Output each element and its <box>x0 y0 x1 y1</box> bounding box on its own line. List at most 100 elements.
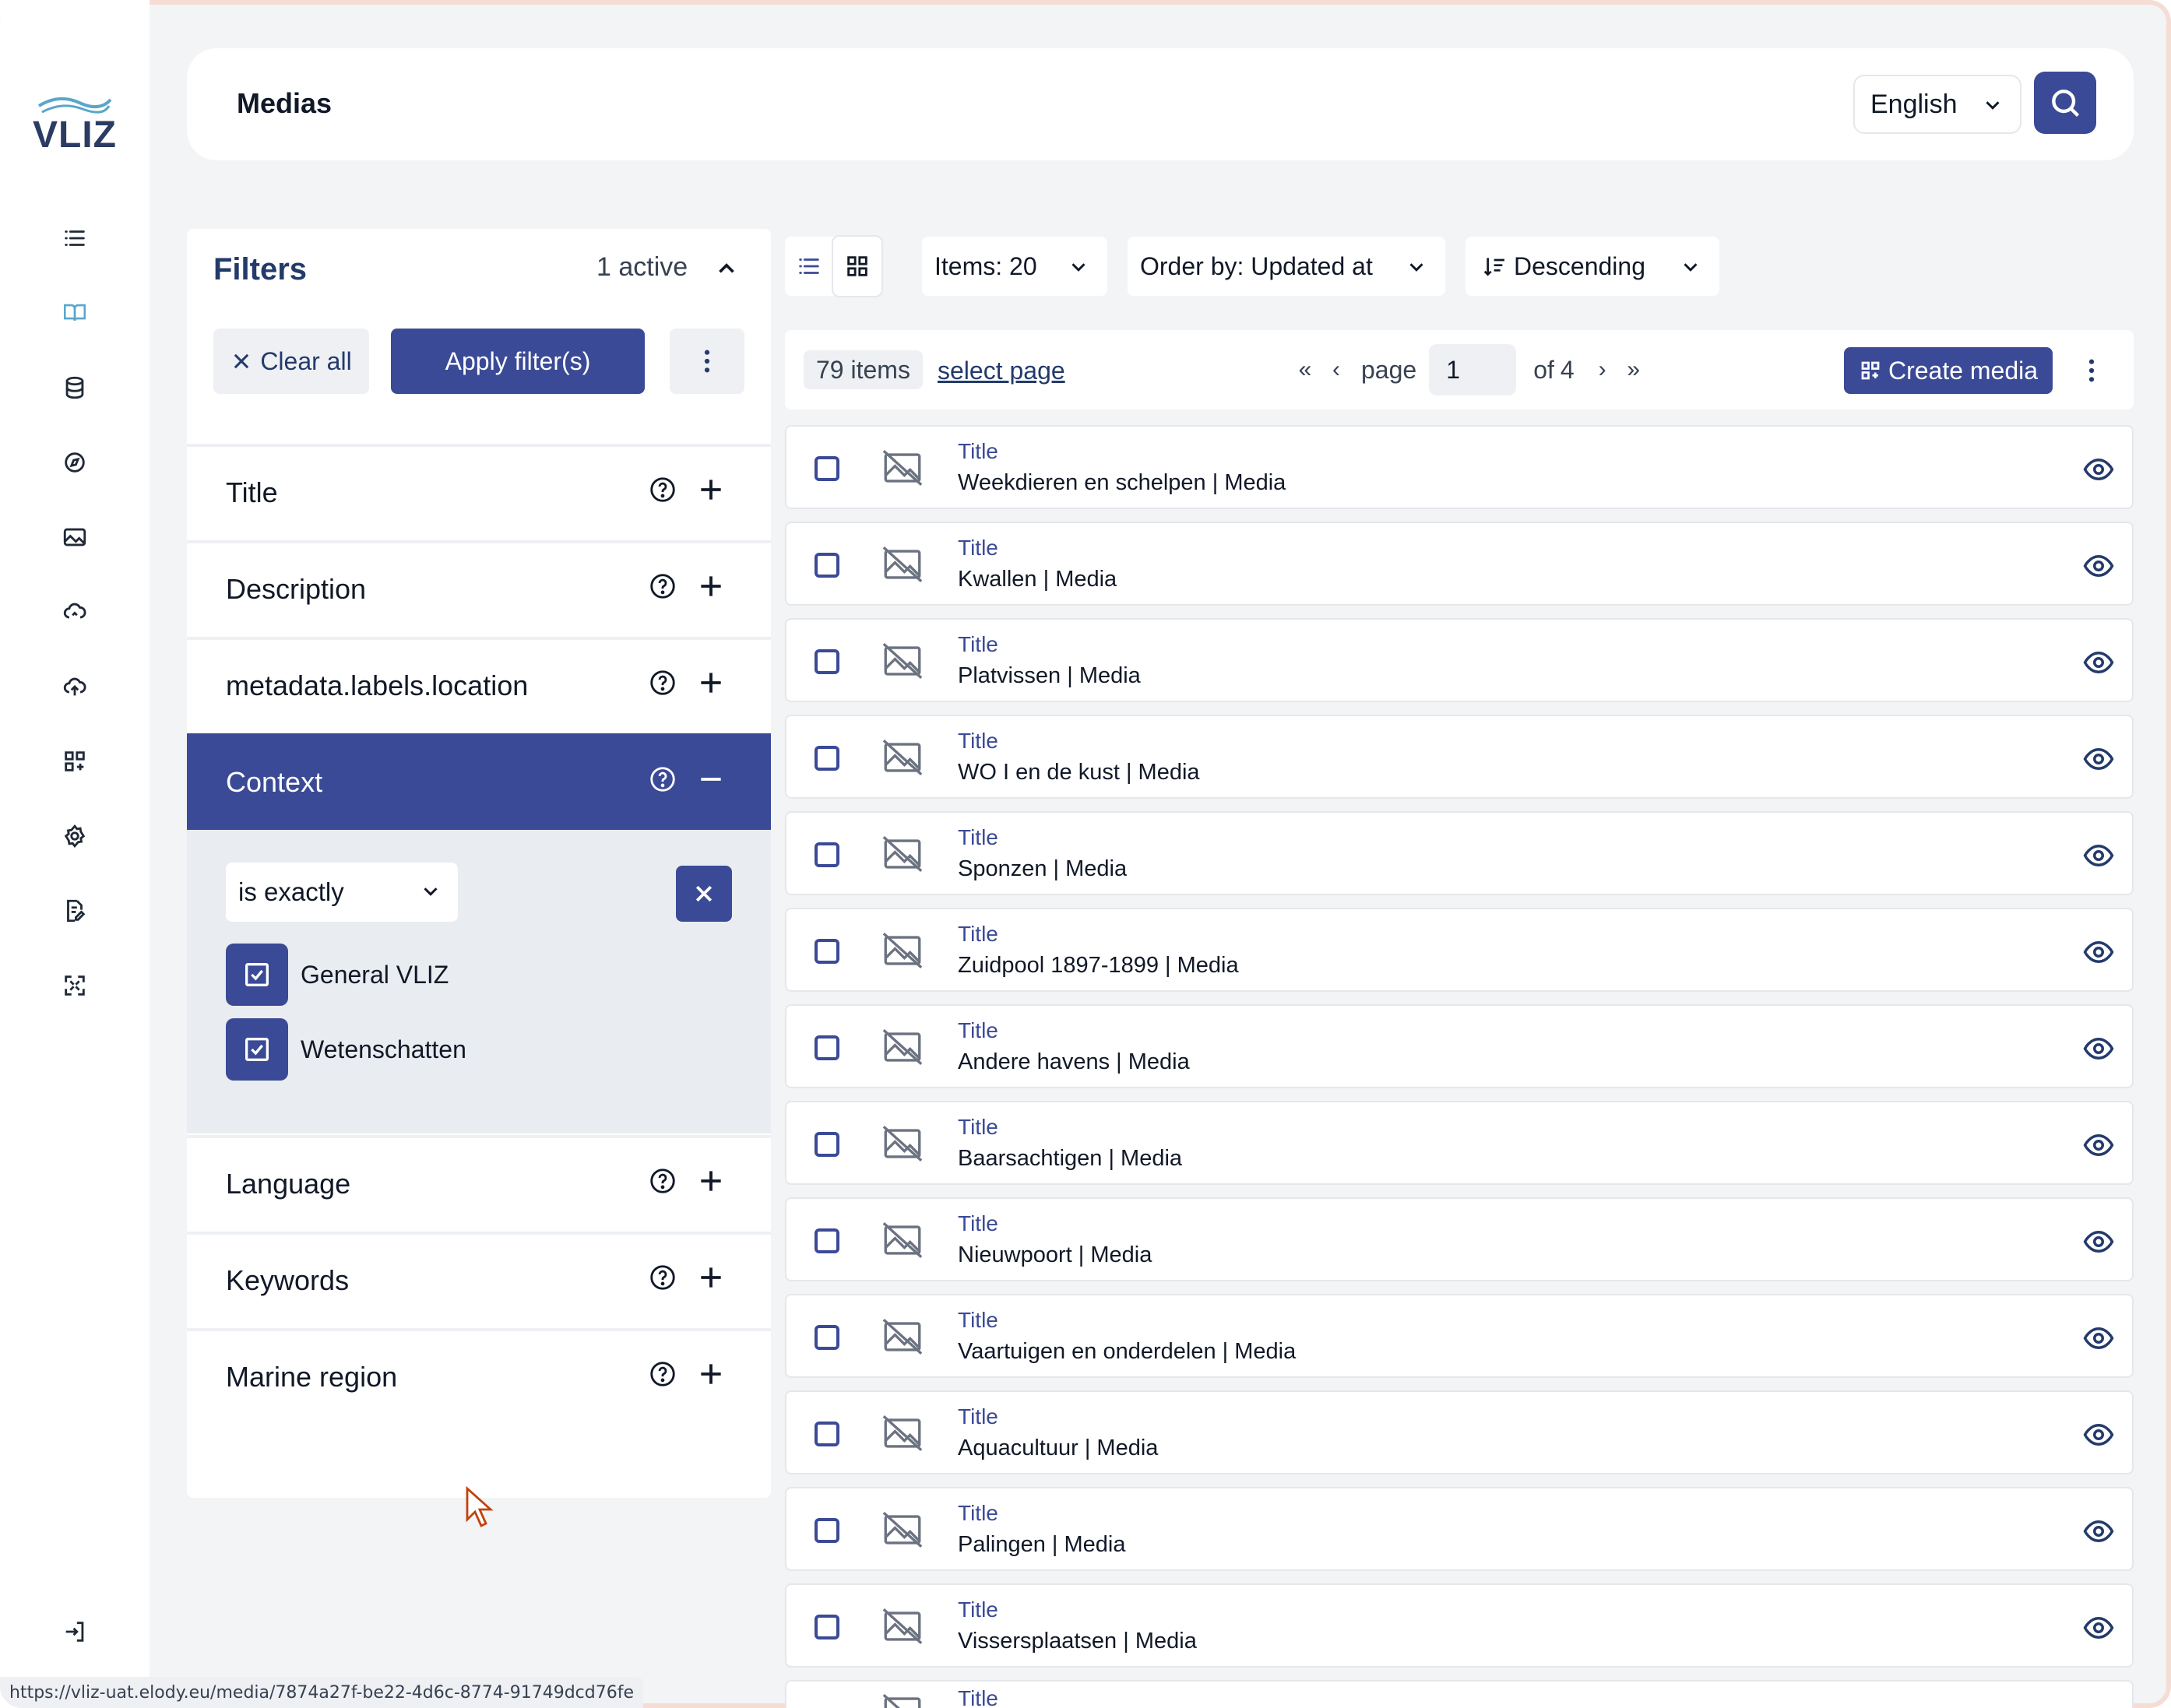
help-icon[interactable] <box>648 1263 677 1292</box>
nav-image[interactable] <box>56 518 93 556</box>
row-checkbox[interactable] <box>815 1325 839 1350</box>
nav-database[interactable] <box>56 369 93 406</box>
nav-book[interactable] <box>56 294 93 332</box>
create-media-button[interactable]: Create media <box>1844 347 2053 394</box>
media-row[interactable]: Title WO I en de kust | Media <box>785 715 2134 799</box>
grid-view-button[interactable] <box>833 237 881 296</box>
option-wetenschatten[interactable]: Wetenschatten <box>226 1018 466 1081</box>
row-checkbox[interactable] <box>815 456 839 481</box>
help-icon[interactable] <box>648 475 677 504</box>
app-window: VLIZ Medias English Filters 1 active Cle… <box>0 0 2171 1708</box>
eye-icon[interactable] <box>2082 1129 2115 1162</box>
results-more-button[interactable] <box>2071 347 2112 394</box>
clear-all-button[interactable]: Clear all <box>213 329 369 394</box>
operator-select[interactable]: is exactly <box>226 863 458 922</box>
media-row[interactable]: Title Sponzen | Media <box>785 811 2134 895</box>
sort-direction-select[interactable]: Descending <box>1466 237 1719 296</box>
logout-button[interactable] <box>56 1613 93 1650</box>
nav-expand[interactable] <box>56 967 93 1004</box>
last-page-button[interactable]: » <box>1618 357 1649 383</box>
eye-icon[interactable] <box>2082 1418 2115 1451</box>
media-row[interactable]: Title Palingen | Media <box>785 1487 2134 1571</box>
language-select[interactable]: English <box>1853 75 2021 134</box>
nav-upload[interactable] <box>56 668 93 705</box>
help-icon[interactable] <box>648 571 677 601</box>
media-row[interactable]: Title Nieuwpoort | Media <box>785 1197 2134 1281</box>
prev-page-button[interactable]: ‹ <box>1321 357 1352 383</box>
filter-context[interactable]: Context <box>187 733 771 830</box>
nav-grid-add[interactable] <box>56 743 93 780</box>
vliz-logo[interactable]: VLIZ <box>28 90 121 160</box>
eye-icon[interactable] <box>2082 646 2115 679</box>
filter-keywords[interactable]: Keywords <box>187 1232 771 1323</box>
media-row[interactable]: Title Baarsachtigen | Media <box>785 1101 2134 1185</box>
plus-icon[interactable] <box>696 571 726 601</box>
filter-marine-region[interactable]: Marine region <box>187 1328 771 1420</box>
page-input[interactable]: 1 <box>1429 344 1517 395</box>
search-button[interactable] <box>2034 72 2096 134</box>
plus-icon[interactable] <box>696 1359 726 1389</box>
eye-icon[interactable] <box>2082 743 2115 775</box>
help-icon[interactable] <box>648 764 677 794</box>
media-row[interactable]: Title Vissersplaatsen | Media <box>785 1583 2134 1668</box>
eye-icon[interactable] <box>2082 839 2115 872</box>
next-page-button[interactable]: › <box>1587 357 1618 383</box>
nav-compass[interactable] <box>56 444 93 481</box>
row-checkbox[interactable] <box>815 746 839 771</box>
plus-icon[interactable] <box>696 668 726 698</box>
checkbox-checked[interactable] <box>226 944 288 1006</box>
checkbox-checked[interactable] <box>226 1018 288 1081</box>
row-checkbox[interactable] <box>815 842 839 867</box>
help-icon[interactable] <box>648 1166 677 1196</box>
media-row[interactable]: Title Aquacultuur | Media <box>785 1390 2134 1474</box>
order-by-select[interactable]: Order by: Updated at <box>1128 237 1445 296</box>
option-general-vliz[interactable]: General VLIZ <box>226 944 449 1006</box>
media-row[interactable]: Title Andere havens | Media <box>785 1004 2134 1088</box>
nav-settings[interactable] <box>56 817 93 855</box>
media-row[interactable]: Title Vaartuigen en onderdelen | Media <box>785 1294 2134 1378</box>
media-row[interactable]: Title Platvissen | Media <box>785 618 2134 702</box>
filter-title[interactable]: Title <box>187 444 771 536</box>
eye-icon[interactable] <box>2082 1225 2115 1258</box>
eye-icon[interactable] <box>2082 1322 2115 1355</box>
list-view-button[interactable] <box>785 237 833 296</box>
row-checkbox[interactable] <box>815 1422 839 1446</box>
minus-icon[interactable] <box>696 764 726 794</box>
nav-list[interactable] <box>56 220 93 257</box>
row-checkbox[interactable] <box>815 1035 839 1060</box>
media-row[interactable]: Title Weekdieren en schelpen | Media <box>785 425 2134 509</box>
filters-more-button[interactable] <box>670 329 744 394</box>
nav-document[interactable] <box>56 892 93 930</box>
eye-icon[interactable] <box>2082 1611 2115 1644</box>
eye-icon[interactable] <box>2082 550 2115 582</box>
apply-filters-button[interactable]: Apply filter(s) <box>391 329 645 394</box>
row-checkbox[interactable] <box>815 649 839 674</box>
remove-condition-button[interactable] <box>676 866 732 922</box>
help-icon[interactable] <box>648 1359 677 1389</box>
eye-icon[interactable] <box>2082 936 2115 968</box>
nav-cloud[interactable] <box>56 593 93 631</box>
select-page-link[interactable]: select page <box>938 357 1065 385</box>
help-icon[interactable] <box>648 668 677 698</box>
plus-icon[interactable] <box>696 475 726 504</box>
first-page-button[interactable]: « <box>1290 357 1321 383</box>
row-checkbox[interactable] <box>815 1228 839 1253</box>
filter-description[interactable]: Description <box>187 540 771 632</box>
media-row[interactable]: Title Zuidpool 1897-1899 | Media <box>785 908 2134 992</box>
media-row-partial[interactable]: Title <box>785 1680 2134 1708</box>
media-row[interactable]: Title Kwallen | Media <box>785 522 2134 606</box>
filter-language[interactable]: Language <box>187 1135 771 1227</box>
eye-icon[interactable] <box>2082 1515 2115 1548</box>
row-checkbox[interactable] <box>815 553 839 578</box>
row-checkbox[interactable] <box>815 1132 839 1157</box>
plus-icon[interactable] <box>696 1166 726 1196</box>
eye-icon[interactable] <box>2082 1032 2115 1065</box>
row-checkbox[interactable] <box>815 1615 839 1639</box>
plus-icon[interactable] <box>696 1263 726 1292</box>
items-per-page-select[interactable]: Items: 20 <box>922 237 1107 296</box>
chevron-up-icon[interactable] <box>713 255 740 282</box>
filter-location[interactable]: metadata.labels.location <box>187 637 771 729</box>
row-checkbox[interactable] <box>815 1518 839 1543</box>
row-checkbox[interactable] <box>815 939 839 964</box>
eye-icon[interactable] <box>2082 453 2115 486</box>
